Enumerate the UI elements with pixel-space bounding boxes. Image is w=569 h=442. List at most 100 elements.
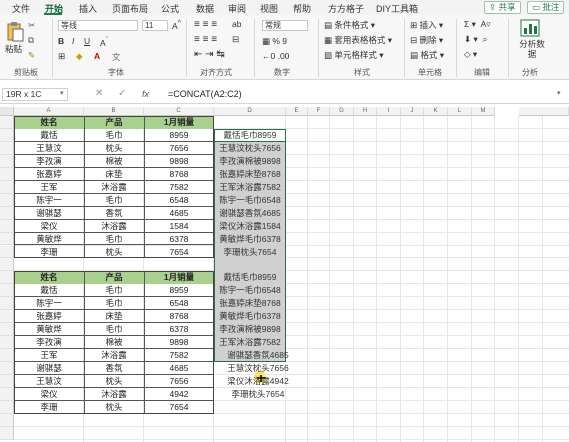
tab-7[interactable]: 视图	[260, 2, 278, 15]
concat-result-cell[interactable]: 戴恬毛巾8959	[214, 271, 286, 284]
italic-button[interactable]: I	[72, 36, 74, 46]
merge-icon[interactable]: ⊟	[232, 34, 239, 45]
format-button[interactable]: ▤ 格式 ▾	[410, 49, 444, 61]
phonetic-icon[interactable]: 文	[112, 51, 121, 63]
row-header[interactable]	[0, 323, 14, 337]
cancel-icon[interactable]: ✕	[95, 88, 103, 99]
grow-font-icon[interactable]: A^	[172, 19, 181, 31]
row-header[interactable]	[0, 128, 14, 142]
copy-icon[interactable]: ⧉	[28, 35, 34, 46]
grow-shrink-icon[interactable]: Aˇ	[100, 36, 108, 48]
row-header[interactable]	[0, 362, 14, 375]
font-size-select[interactable]: 11	[142, 20, 168, 31]
column-header[interactable]: C	[144, 107, 214, 116]
column-header[interactable]: A	[14, 107, 84, 116]
concat-result-cell[interactable]: 谢骐瑟香氛4685	[214, 207, 286, 220]
row-header[interactable]	[0, 336, 14, 350]
concat-result-cell[interactable]: 李孜演棉被9898	[214, 155, 286, 168]
concat-result-cell[interactable]: 李珊枕头7654	[222, 388, 294, 401]
row-header[interactable]	[0, 154, 14, 168]
column-header[interactable]: F	[308, 107, 330, 116]
row-header[interactable]	[0, 193, 14, 207]
row-header[interactable]	[0, 271, 14, 285]
column-header[interactable]: J	[401, 107, 424, 116]
conditional-format-button[interactable]: ▤ 条件格式 ▾	[324, 19, 375, 31]
concat-result-cell[interactable]: 张嘉婷床垫8768	[214, 168, 286, 181]
row-header[interactable]	[0, 284, 14, 298]
fill-icon[interactable]: ⬇ ▾ ⌕	[464, 34, 487, 45]
tab-2[interactable]: 插入	[79, 2, 97, 15]
concat-result-cell[interactable]: 戴恬毛巾8959	[214, 129, 286, 142]
tab-0[interactable]: 文件	[12, 2, 30, 15]
select-all-corner[interactable]	[0, 107, 14, 116]
row-header[interactable]	[0, 141, 14, 155]
format-painter-icon[interactable]: ✎	[28, 50, 35, 61]
column-header[interactable]: G	[330, 107, 354, 116]
concat-result-cell[interactable]: 陈宇一毛巾6548	[214, 194, 286, 207]
font-color-icon[interactable]: A	[94, 51, 100, 61]
insert-button[interactable]: ⊞ 插入 ▾	[410, 19, 443, 31]
wrap-text-icon[interactable]: ab	[232, 19, 241, 29]
row-header[interactable]	[0, 219, 14, 233]
formula-input[interactable]: =CONCAT(A2:C2)	[168, 89, 242, 99]
row-header[interactable]	[0, 206, 14, 220]
row-header[interactable]	[0, 180, 14, 194]
border-icon[interactable]: ⊞	[58, 51, 65, 62]
concat-result-cell[interactable]: 李孜演棉被9898	[214, 323, 286, 336]
concat-result-cell[interactable]: 谢骐瑟香氛4685	[222, 349, 294, 362]
fill-color-icon[interactable]: ◆	[76, 51, 83, 62]
concat-result-cell[interactable]: 梁仪沐浴露1584	[214, 220, 286, 233]
cell-style-button[interactable]: ▧ 单元格样式 ▾	[324, 49, 384, 61]
tab-6[interactable]: 审阅	[228, 2, 246, 15]
expand-formula-icon[interactable]: ▾	[557, 89, 561, 97]
row-header[interactable]	[0, 310, 14, 324]
row-header[interactable]	[0, 232, 14, 246]
column-header[interactable]: B	[84, 107, 144, 116]
concat-result-cell[interactable]: 李珊枕头7654	[214, 246, 286, 259]
tab-8[interactable]: 帮助	[293, 2, 311, 15]
align-top-icon[interactable]: ≡ ≡ ≡	[194, 19, 217, 30]
name-box-dropdown-icon[interactable]: ▾	[60, 89, 64, 97]
delete-button[interactable]: ⊟ 删除 ▾	[410, 34, 443, 46]
autosum-icon[interactable]: Σ ▾ A▿	[464, 19, 491, 30]
concat-result-cell[interactable]: 张嘉婷床垫8768	[214, 297, 286, 310]
row-header[interactable]	[0, 426, 14, 440]
row-header[interactable]	[0, 297, 14, 311]
currency-percent-icon[interactable]: ▦ % 9	[262, 36, 287, 47]
tab-1[interactable]: 开始	[45, 2, 63, 15]
row-header[interactable]	[0, 167, 14, 181]
tab-9[interactable]: 方方格子	[328, 2, 364, 15]
row-header[interactable]	[0, 413, 14, 427]
concat-result-cell[interactable]: 王慧汶枕头7656	[214, 142, 286, 155]
column-header[interactable]: E	[286, 107, 308, 116]
column-header[interactable]: D	[214, 107, 286, 116]
row-header[interactable]	[0, 245, 14, 259]
column-header[interactable]: L	[448, 107, 472, 116]
cut-icon[interactable]: ✂	[28, 20, 35, 31]
concat-result-cell[interactable]: 陈宇一毛巾6548	[214, 284, 286, 297]
row-header[interactable]	[0, 116, 14, 129]
row-header[interactable]	[0, 375, 14, 388]
indent-icon[interactable]: ⇤ ⇥ ↹	[194, 49, 225, 60]
concat-result-cell[interactable]	[214, 258, 286, 271]
column-header[interactable]: H	[354, 107, 377, 116]
tab-4[interactable]: 公式	[161, 2, 179, 15]
function-icon[interactable]: fx	[142, 89, 149, 99]
name-box[interactable]: 19R x 1C	[2, 88, 68, 101]
concat-result-cell[interactable]: 王军沐浴露7582	[214, 181, 286, 194]
tab-5[interactable]: 数据	[196, 2, 214, 15]
concat-result-cell[interactable]: 黄敏烨毛巾6378	[214, 233, 286, 246]
row-header[interactable]	[0, 349, 14, 363]
decimal-icon[interactable]: ←0 .00	[262, 51, 289, 61]
column-header[interactable]: M	[472, 107, 495, 116]
table-format-button[interactable]: ▦ 套用表格格式 ▾	[324, 34, 392, 46]
column-header[interactable]: K	[424, 107, 448, 116]
clear-icon[interactable]: ◇ ▾	[464, 49, 477, 60]
comment-button[interactable]: ▭ 批注	[527, 1, 565, 14]
number-format-select[interactable]: 常规	[262, 20, 308, 31]
share-button[interactable]: ⇪ 共享	[484, 1, 521, 14]
bold-button[interactable]: B	[58, 36, 64, 46]
row-header[interactable]	[0, 387, 14, 401]
font-name-select[interactable]: 等线	[58, 20, 138, 31]
column-header[interactable]	[519, 107, 569, 116]
